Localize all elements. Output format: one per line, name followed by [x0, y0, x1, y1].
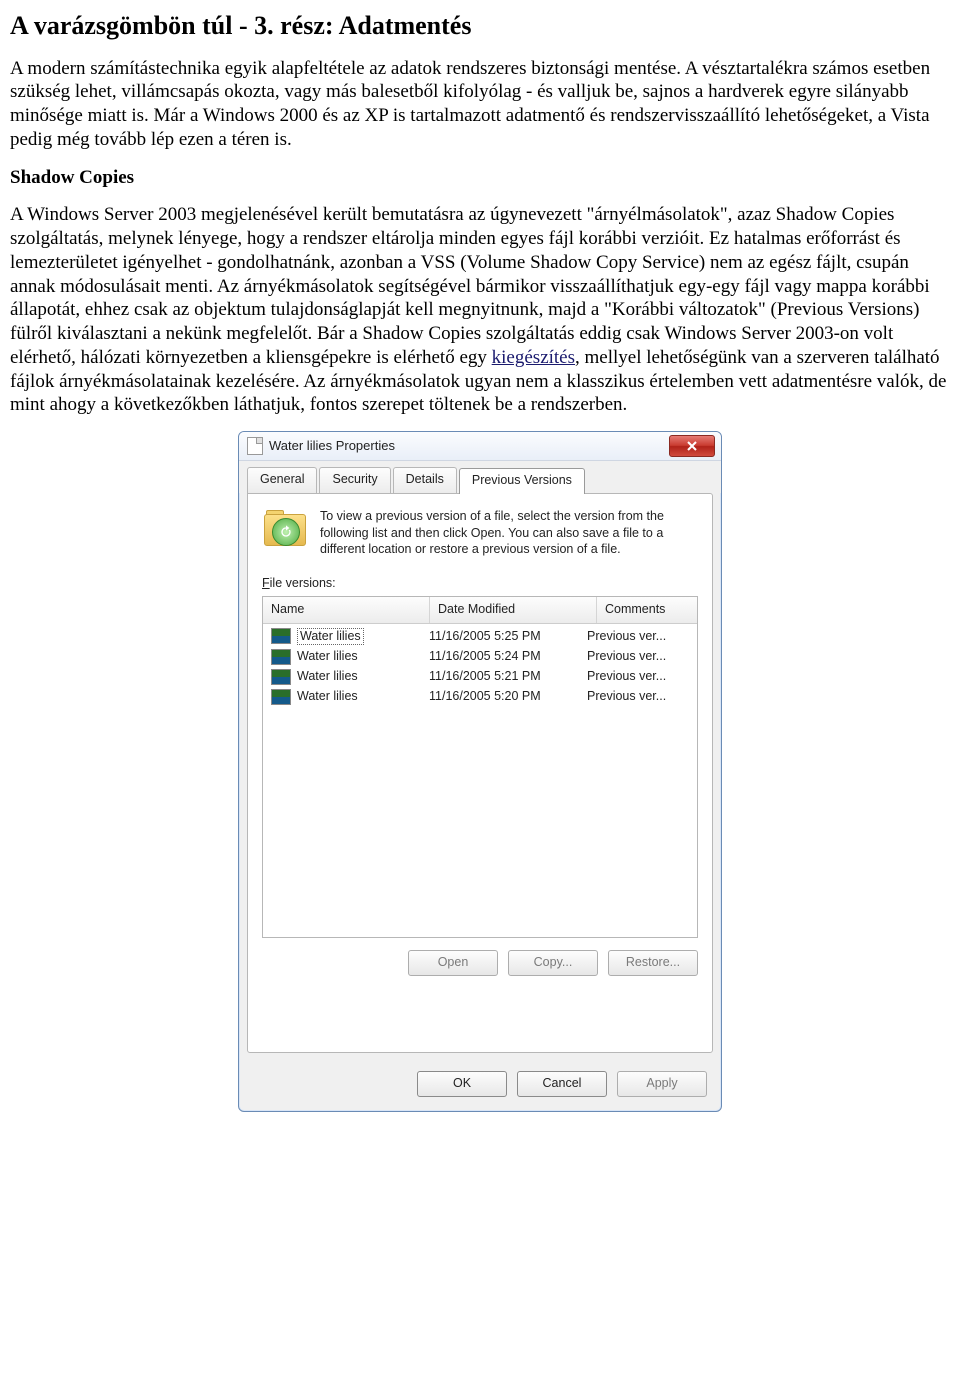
row-date: 11/16/2005 5:20 PM — [421, 689, 579, 705]
tab-security[interactable]: Security — [319, 467, 390, 493]
cancel-button[interactable]: Cancel — [517, 1071, 607, 1097]
column-date-modified[interactable]: Date Modified — [430, 597, 597, 623]
article-intro: A modern számítástechnika egyik alapfelt… — [10, 57, 950, 152]
row-comment: Previous ver... — [579, 689, 697, 705]
list-row[interactable]: Water lilies 11/16/2005 5:24 PM Previous… — [263, 647, 697, 667]
row-date: 11/16/2005 5:21 PM — [421, 669, 579, 685]
article-title: A varázsgömbön túl - 3. rész: Adatmentés — [10, 10, 950, 43]
tab-details[interactable]: Details — [393, 467, 457, 493]
list-rows: Water lilies 11/16/2005 5:25 PM Previous… — [263, 624, 697, 708]
section-body-part1: A Windows Server 2003 megjelenésével ker… — [10, 204, 930, 368]
link-kiegeszites[interactable]: kiegészítés — [492, 347, 575, 368]
file-thumb-icon — [271, 669, 291, 685]
row-date: 11/16/2005 5:25 PM — [421, 629, 579, 645]
restore-folder-icon — [262, 508, 308, 548]
open-button[interactable]: Open — [408, 950, 498, 976]
tab-general[interactable]: General — [247, 467, 317, 493]
apply-button[interactable]: Apply — [617, 1071, 707, 1097]
row-name: Water lilies — [297, 669, 358, 685]
row-comment: Previous ver... — [579, 649, 697, 665]
action-buttons-row: Open Copy... Restore... — [262, 950, 698, 976]
column-comments[interactable]: Comments — [597, 597, 697, 623]
section-heading-shadow-copies: Shadow Copies — [10, 166, 950, 190]
dialog-footer: OK Cancel Apply — [239, 1061, 721, 1111]
column-name[interactable]: Name — [263, 597, 430, 623]
tab-strip: General Security Details Previous Versio… — [239, 461, 721, 493]
row-name: Water lilies — [297, 689, 358, 705]
restore-arrow-icon — [278, 524, 294, 540]
file-versions-label: File versions: — [262, 576, 698, 592]
row-comment: Previous ver... — [579, 629, 697, 645]
previous-versions-dialog: Water lilies Properties General Security… — [238, 431, 722, 1112]
row-date: 11/16/2005 5:24 PM — [421, 649, 579, 665]
document-icon — [247, 437, 263, 455]
ok-button[interactable]: OK — [417, 1071, 507, 1097]
row-name: Water lilies — [297, 628, 364, 646]
copy-button[interactable]: Copy... — [508, 950, 598, 976]
tab-previous-versions[interactable]: Previous Versions — [459, 468, 585, 494]
info-text: To view a previous version of a file, se… — [320, 508, 698, 559]
close-icon — [687, 441, 697, 451]
tab-body: To view a previous version of a file, se… — [247, 493, 713, 1053]
file-versions-list[interactable]: Name Date Modified Comments Water lilies… — [262, 596, 698, 938]
list-header: Name Date Modified Comments — [263, 597, 697, 624]
file-thumb-icon — [271, 689, 291, 705]
list-row[interactable]: Water lilies 11/16/2005 5:21 PM Previous… — [263, 667, 697, 687]
row-comment: Previous ver... — [579, 669, 697, 685]
close-button[interactable] — [669, 435, 715, 457]
dialog-title: Water lilies Properties — [269, 438, 395, 454]
dialog-container: Water lilies Properties General Security… — [10, 431, 950, 1112]
file-thumb-icon — [271, 649, 291, 665]
dialog-titlebar: Water lilies Properties — [239, 432, 721, 461]
list-row[interactable]: Water lilies 11/16/2005 5:25 PM Previous… — [263, 626, 697, 648]
restore-button[interactable]: Restore... — [608, 950, 698, 976]
row-name: Water lilies — [297, 649, 358, 665]
section-body: A Windows Server 2003 megjelenésével ker… — [10, 203, 950, 417]
file-thumb-icon — [271, 628, 291, 644]
list-row[interactable]: Water lilies 11/16/2005 5:20 PM Previous… — [263, 687, 697, 707]
